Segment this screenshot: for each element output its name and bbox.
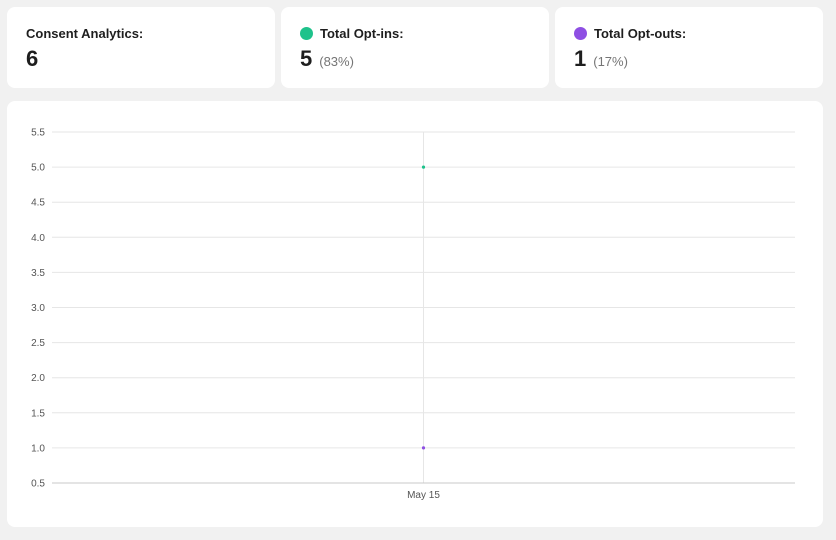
chart-card: 0.5 1.0 1.5 2.0 2.5 3.0 3.5 4.0 4.5 5.0 5.5 May 15 xyxy=(7,101,823,527)
purple-dot-icon xyxy=(574,26,587,40)
stat-value-total: 6 xyxy=(26,46,39,71)
y-tick-label: 1.0 xyxy=(31,443,45,454)
stat-label-optouts: Total Opt-outs: xyxy=(594,25,687,41)
y-tick-label: 1.5 xyxy=(31,408,45,419)
green-dot-icon xyxy=(300,26,313,40)
stat-label-optins: Total Opt-ins: xyxy=(320,25,404,41)
y-tick-label: 5.0 xyxy=(31,163,45,174)
y-tick-label: 2.5 xyxy=(31,338,45,349)
data-point-1-0 xyxy=(421,446,426,450)
y-tick-label: 4.5 xyxy=(31,198,45,209)
y-tick-label: 3.5 xyxy=(31,268,45,279)
stat-card-optouts: Total Opt-outs: 1 (17%) xyxy=(555,7,823,88)
stat-label-total: Consent Analytics: xyxy=(26,25,144,41)
stat-value-optins: 5 xyxy=(300,46,313,71)
stat-card-total: Consent Analytics: 6 xyxy=(7,7,275,88)
y-tick-label: 2.0 xyxy=(31,373,45,384)
y-tick-label: 5.5 xyxy=(31,128,45,139)
y-tick-label: 3.0 xyxy=(31,303,45,314)
consent-chart[interactable]: 0.5 1.0 1.5 2.0 2.5 3.0 3.5 4.0 4.5 5.0 5.5 May 15 xyxy=(7,101,823,527)
stat-pct-optins: (83%) xyxy=(319,54,354,69)
x-tick-label: May 15 xyxy=(407,490,440,501)
y-tick-label: 0.5 xyxy=(31,479,45,490)
y-tick-label: 4.0 xyxy=(31,233,45,244)
stat-card-optins: Total Opt-ins: 5 (83%) xyxy=(281,7,549,88)
stat-pct-optouts: (17%) xyxy=(593,54,628,69)
stat-value-optouts: 1 xyxy=(574,46,587,71)
data-point-0-0 xyxy=(421,165,426,169)
